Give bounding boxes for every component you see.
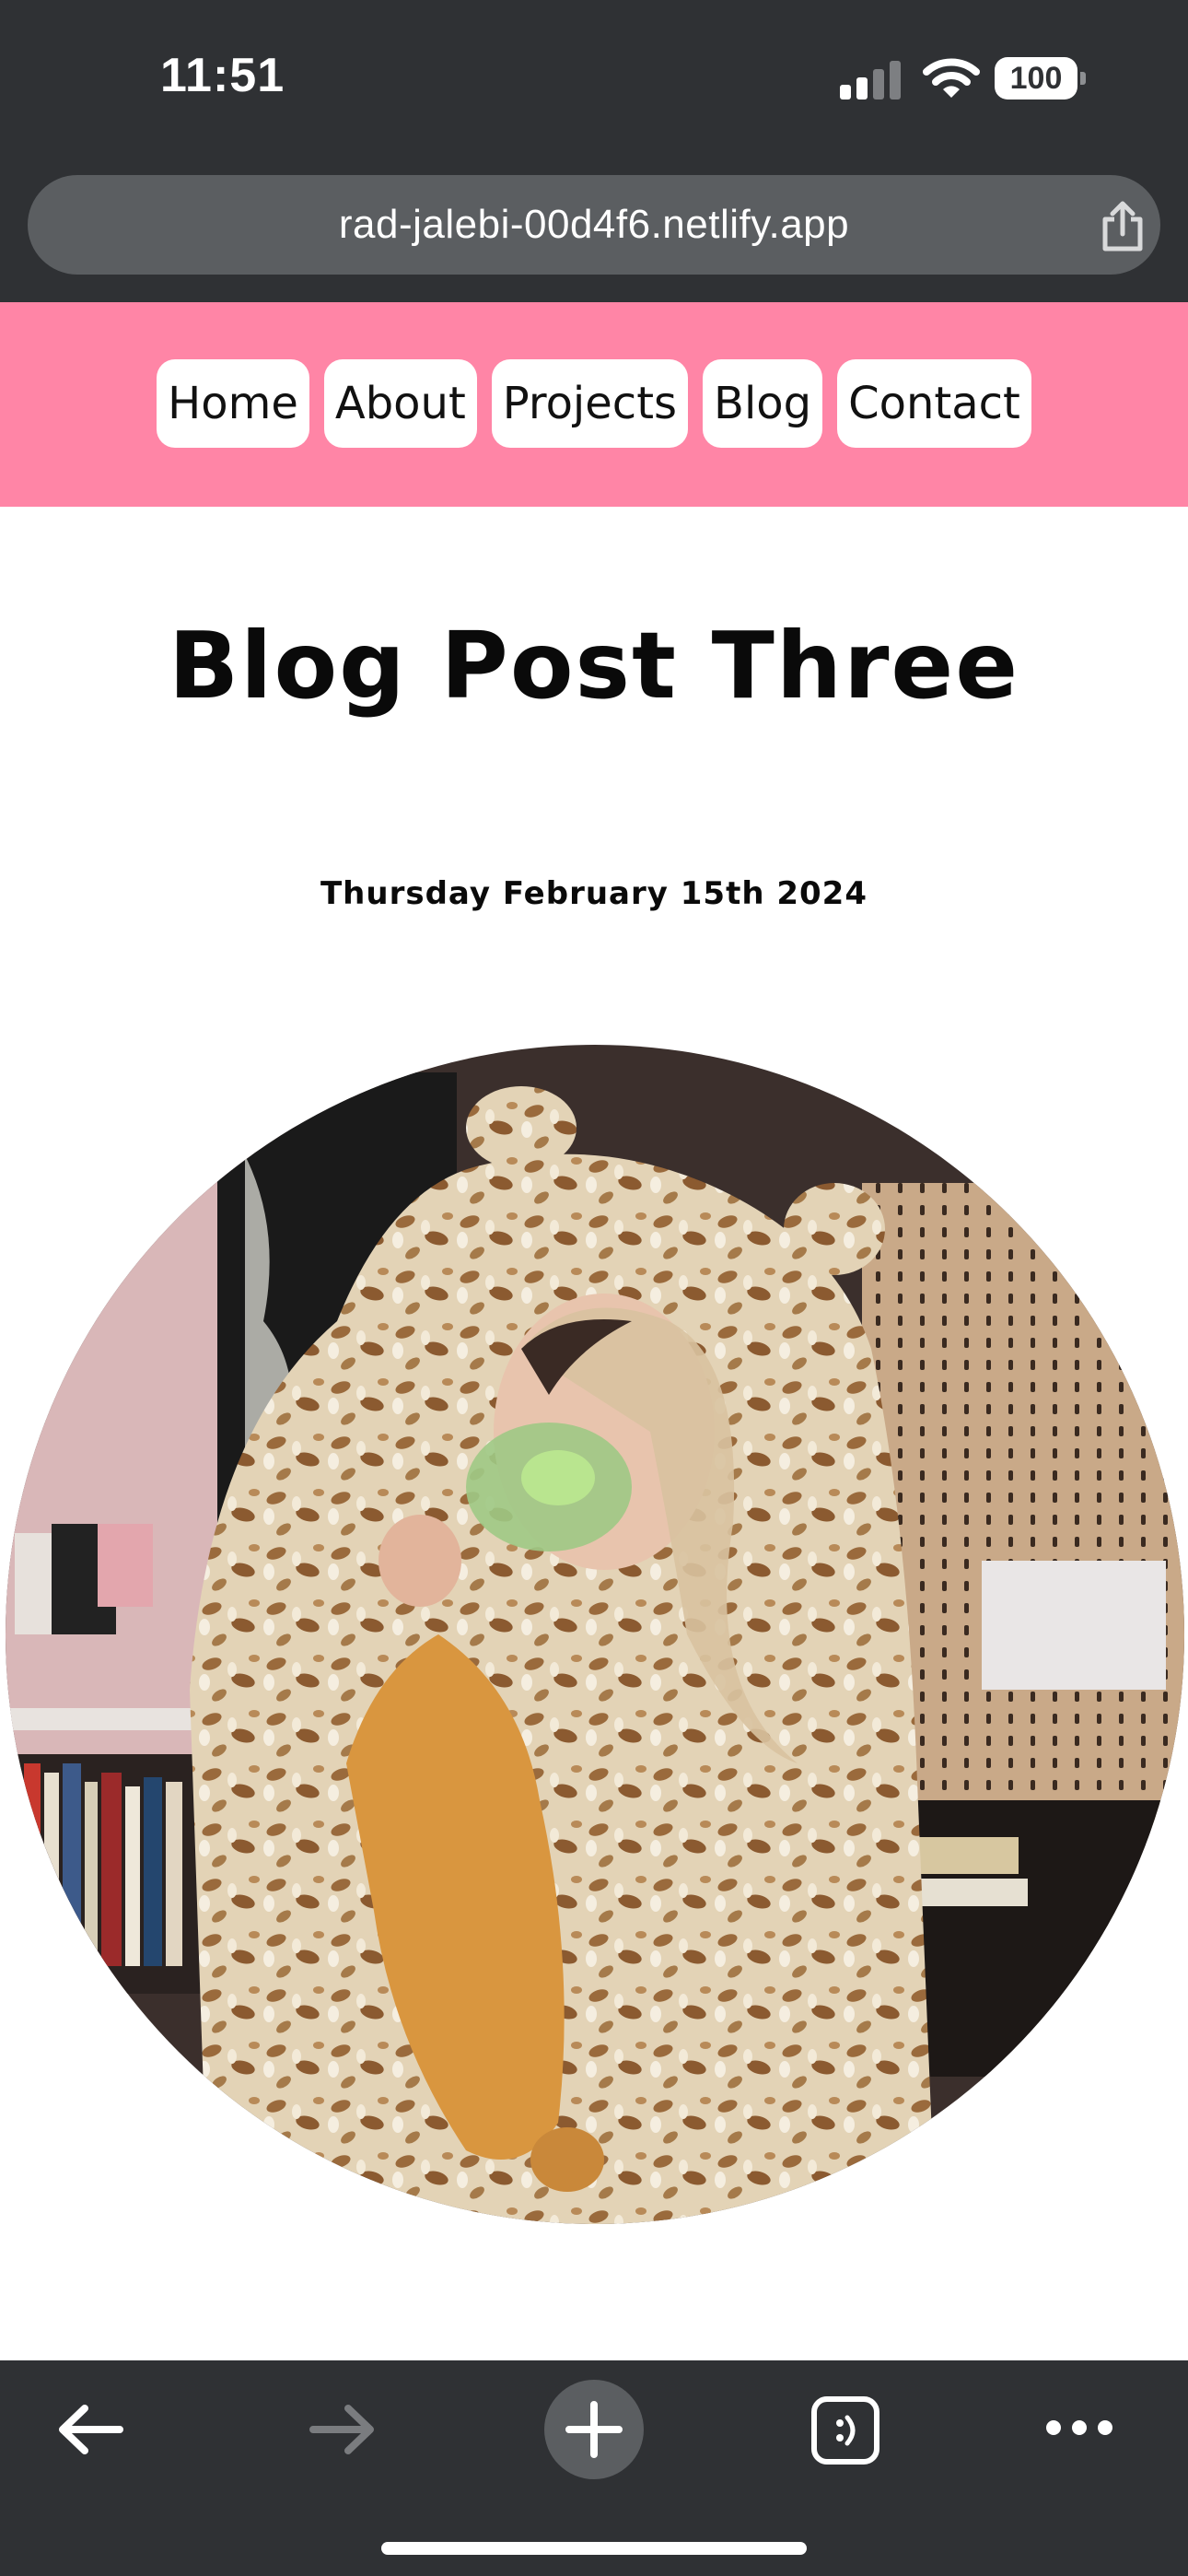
battery-level: 100 [1009, 60, 1063, 96]
new-tab-plus-icon[interactable] [543, 2379, 645, 2480]
nav-blog[interactable]: Blog [703, 359, 823, 448]
post-date: Thursday February 15th 2024 [320, 875, 868, 912]
share-icon[interactable] [1098, 201, 1147, 252]
forward-arrow-icon[interactable] [306, 2397, 379, 2462]
address-bar[interactable]: rad-jalebi-00d4f6.netlify.app [28, 175, 1160, 275]
status-bar: 11:51 100 [0, 0, 1188, 157]
nav-about[interactable]: About [323, 359, 477, 448]
signal-icon [840, 61, 904, 100]
home-indicator[interactable] [381, 2542, 807, 2555]
battery-icon: 100 [995, 57, 1086, 100]
nav-contact[interactable]: Contact [837, 359, 1031, 448]
tabs-icon[interactable] [810, 2395, 880, 2465]
status-time: 11:51 [160, 49, 285, 102]
page-title: Blog Post Three [168, 612, 1020, 720]
back-arrow-icon[interactable] [53, 2397, 127, 2462]
nav-home[interactable]: Home [157, 359, 309, 448]
nav-projects[interactable]: Projects [491, 359, 689, 448]
battery-nub [1080, 72, 1086, 85]
site-header: Home About Projects Blog Contact [0, 302, 1188, 507]
site-nav: Home About Projects Blog Contact [0, 359, 1188, 448]
battery-body: 100 [995, 57, 1077, 100]
wifi-icon [923, 58, 980, 98]
url-text[interactable]: rad-jalebi-00d4f6.netlify.app [28, 175, 1160, 275]
blog-post-photo [6, 1045, 1184, 2224]
browser-chrome-top: rad-jalebi-00d4f6.netlify.app [0, 157, 1188, 302]
more-icon[interactable] [1044, 2414, 1114, 2441]
photo-illustration [6, 1045, 1184, 2224]
